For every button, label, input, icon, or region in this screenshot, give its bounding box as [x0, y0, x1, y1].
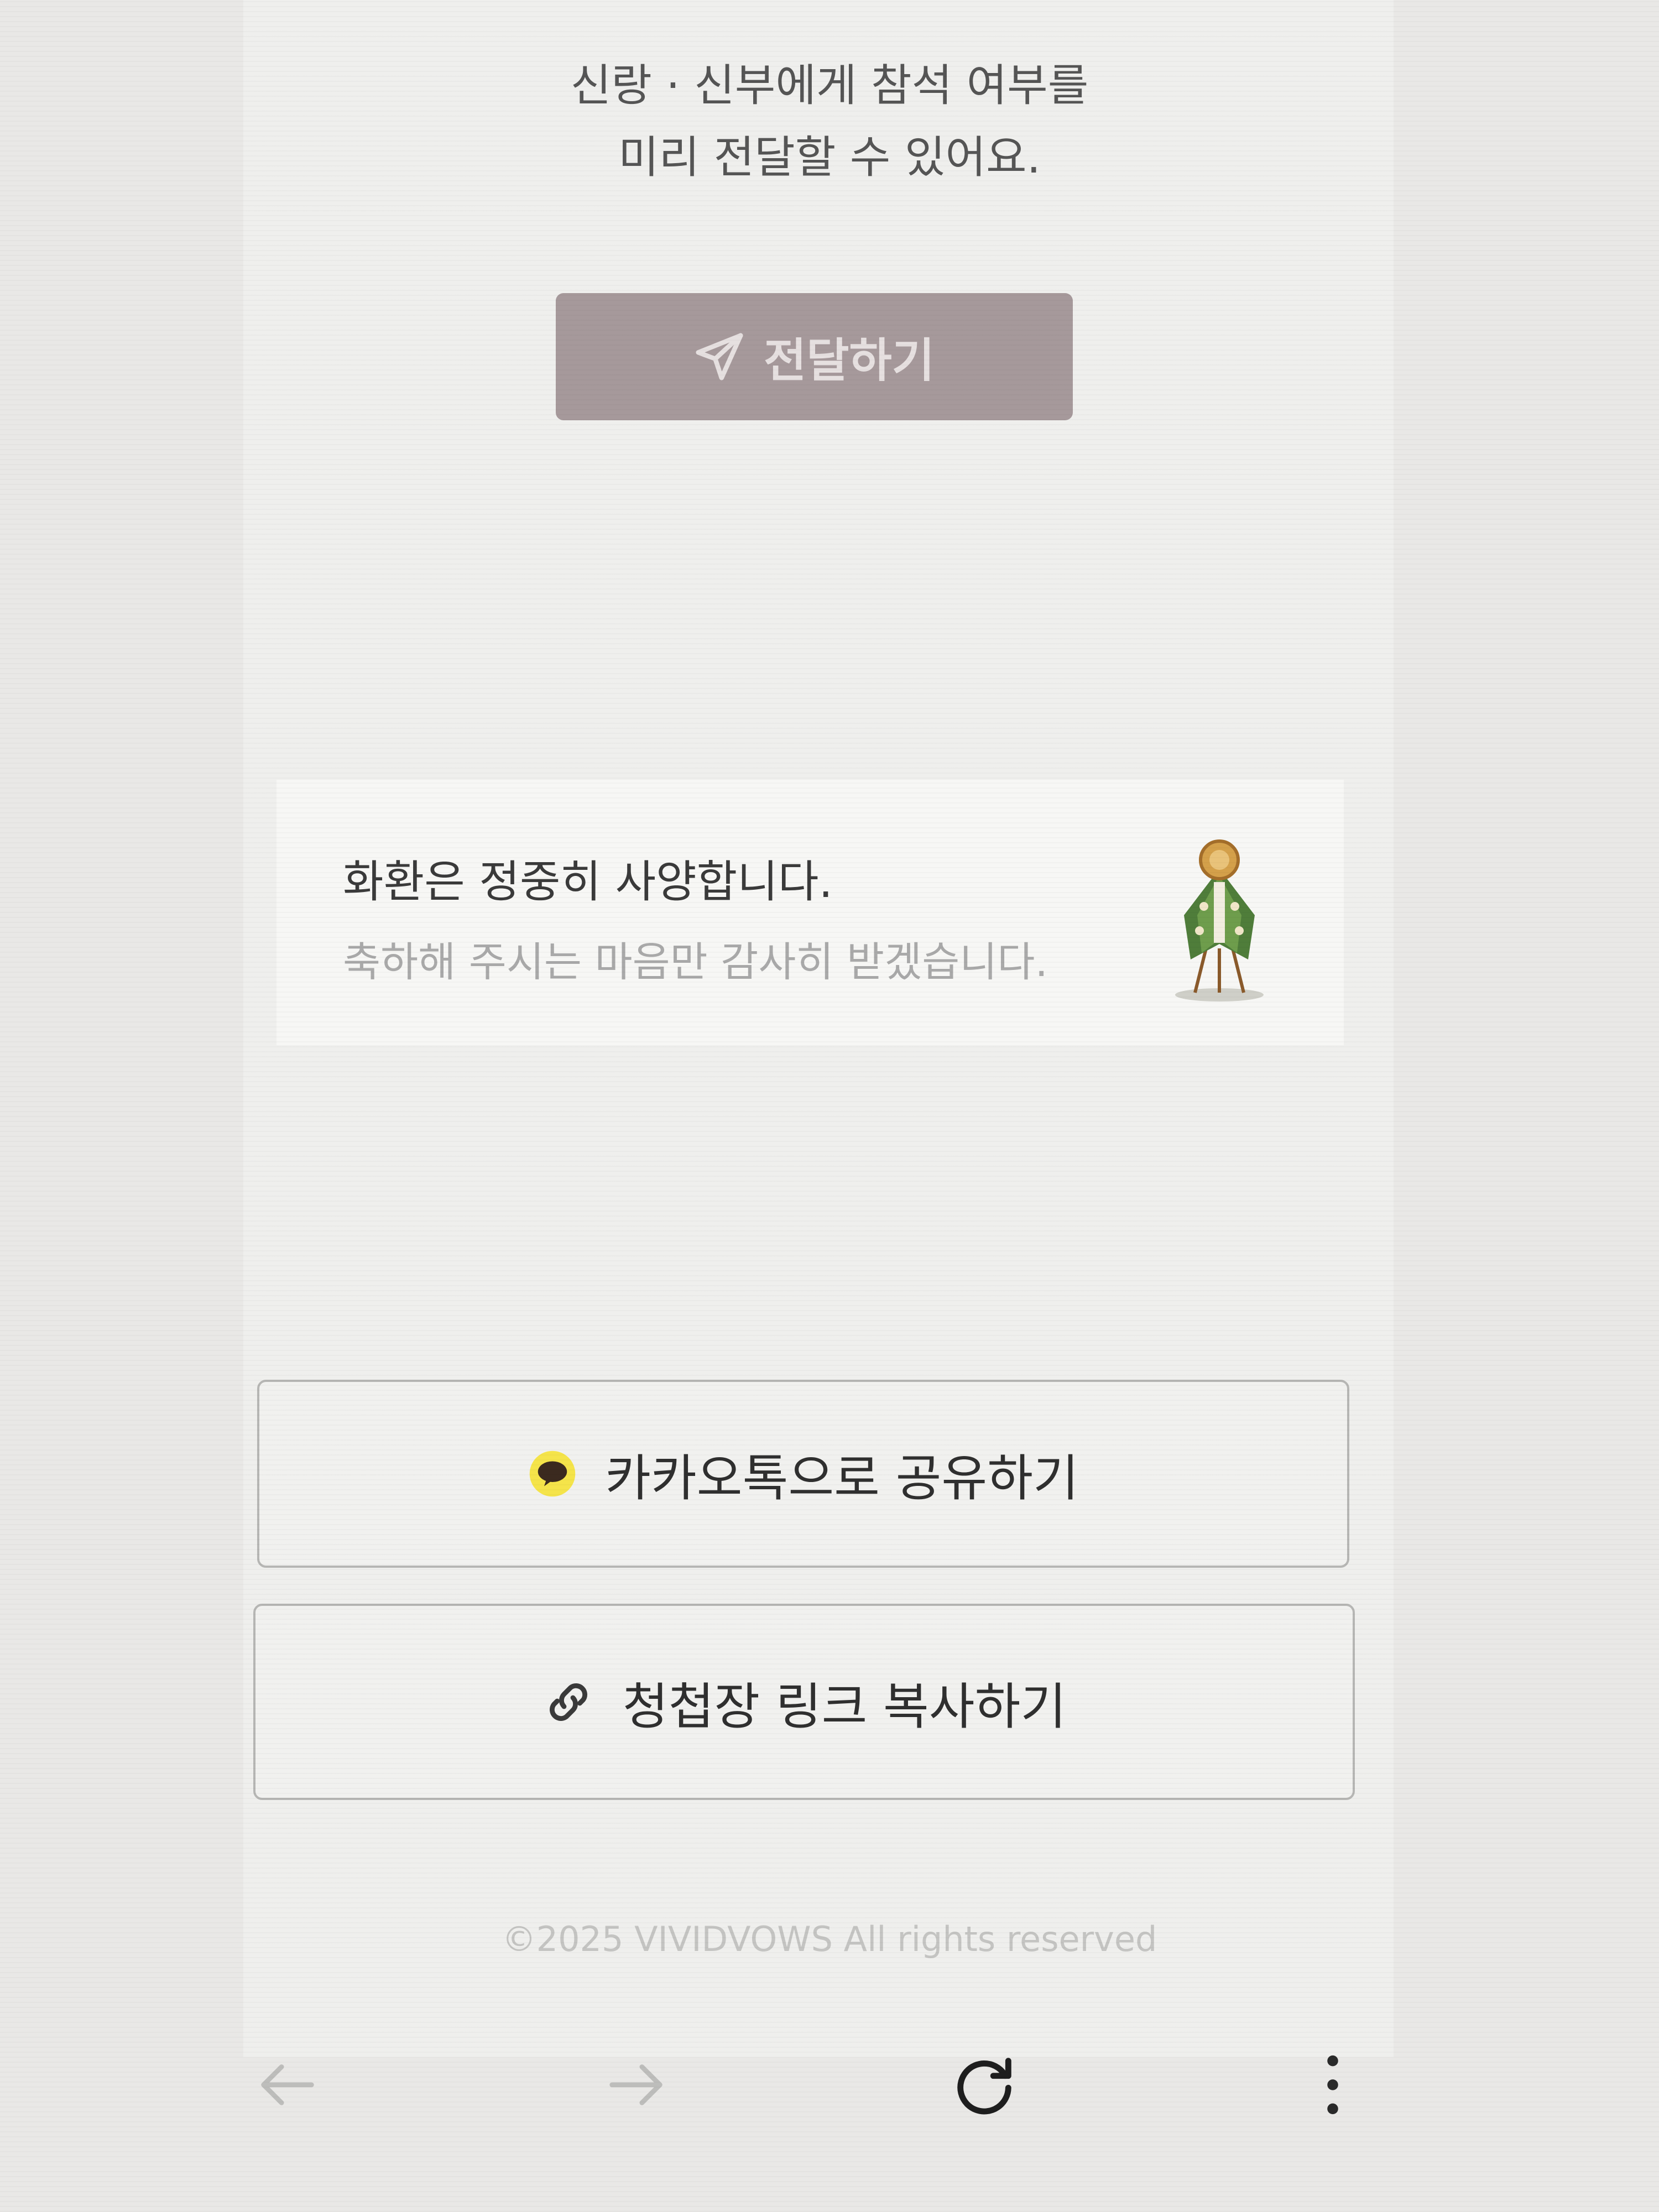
link-icon — [549, 1683, 587, 1721]
paper-plane-icon — [696, 333, 743, 380]
reload-button[interactable] — [940, 2041, 1029, 2129]
more-vertical-icon — [1327, 2055, 1338, 2115]
copy-link-label: 청첩장 링크 복사하기 — [622, 1677, 1067, 1736]
flower-decline-notice: 화환은 정중히 사양합니다. 축하해 주시는 마음만 감사히 받겠습니다. — [276, 780, 1344, 1045]
arrow-left-icon — [261, 2064, 314, 2105]
more-menu-button[interactable] — [1288, 2041, 1377, 2129]
arrow-right-icon — [609, 2064, 662, 2105]
notice-title: 화환은 정중히 사양합니다. — [343, 856, 833, 907]
kakao-share-label: 카카오톡으로 공유하기 — [605, 1449, 1079, 1507]
back-button[interactable] — [243, 2041, 332, 2129]
rsvp-description: 신랑 · 신부에게 참석 여부를 미리 전달할 수 있어요. — [0, 50, 1659, 194]
kakaotalk-icon — [529, 1451, 576, 1497]
copyright-footer: ©2025 VIVIDVOWS All rights reserved — [502, 1919, 1157, 1959]
notice-subtitle: 축하해 주시는 마음만 감사히 받겠습니다. — [343, 938, 1048, 986]
rsvp-line-2: 미리 전달할 수 있어요. — [618, 132, 1041, 183]
forward-button[interactable] — [592, 2041, 680, 2129]
send-button-label: 전달하기 — [763, 333, 935, 388]
browser-navigation-bar — [0, 2013, 1659, 2179]
rsvp-line-1: 신랑 · 신부에게 참석 여부를 — [570, 60, 1089, 111]
reload-icon — [957, 2058, 1011, 2115]
send-rsvp-button[interactable]: 전달하기 — [556, 293, 1073, 420]
copy-link-button[interactable]: 청첩장 링크 복사하기 — [253, 1604, 1355, 1800]
flower-wreath-icon — [1175, 839, 1264, 1001]
kakao-share-button[interactable]: 카카오톡으로 공유하기 — [257, 1380, 1349, 1568]
